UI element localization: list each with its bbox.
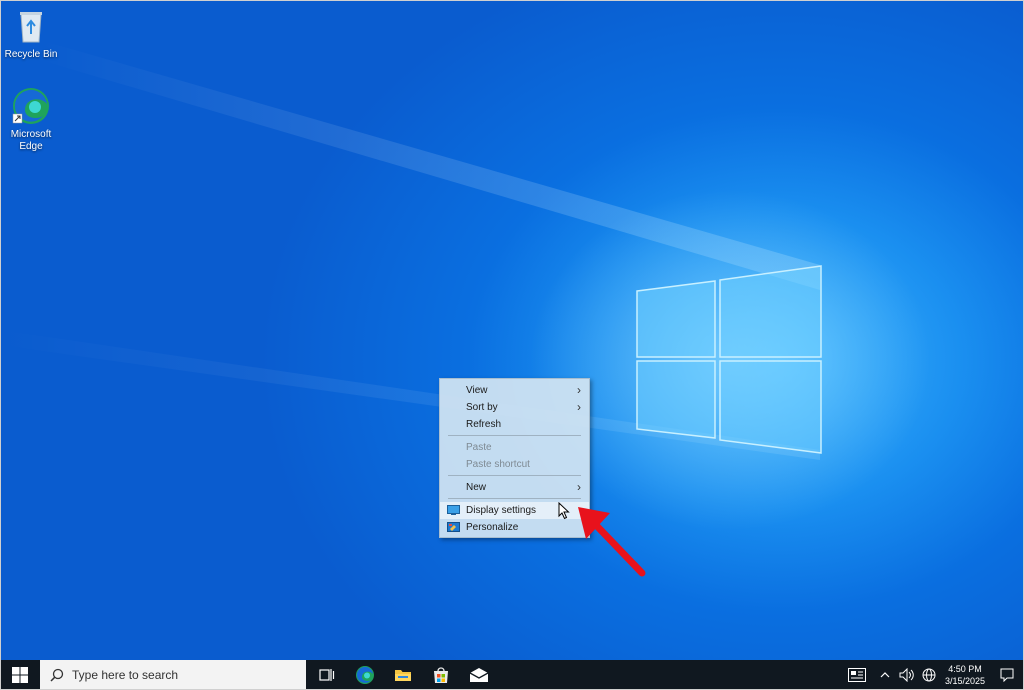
action-center-button[interactable]: [990, 660, 1024, 690]
annotation-arrow-icon: [578, 507, 646, 577]
menu-separator: [448, 435, 581, 436]
mail-icon: [469, 668, 489, 682]
desktop-icon-label: Recycle Bin: [4, 49, 58, 60]
system-tray: 4:50 PM 3/15/2025: [846, 660, 1024, 690]
store-icon: [434, 667, 448, 683]
recycle-bin-icon: [11, 6, 51, 46]
edge-icon: [356, 666, 374, 684]
taskbar-search-box[interactable]: Type here to search: [40, 660, 306, 690]
taskbar-edge[interactable]: [346, 660, 384, 690]
tray-show-hidden[interactable]: [874, 660, 896, 690]
clock-date: 3/15/2025: [944, 676, 986, 686]
menu-item-refresh[interactable]: Refresh: [440, 416, 589, 433]
task-view-icon: [319, 669, 335, 681]
notification-icon: [1000, 668, 1014, 682]
clock-time: 4:50 PM: [948, 664, 982, 674]
chevron-right-icon: ›: [577, 480, 581, 494]
taskbar-mail[interactable]: [460, 660, 498, 690]
desktop[interactable]: Recycle Bin Microsoft Edge View › Sort b…: [0, 0, 1024, 660]
menu-item-view[interactable]: View ›: [440, 382, 589, 399]
menu-item-sort-by[interactable]: Sort by ›: [440, 399, 589, 416]
wallpaper: [0, 40, 930, 530]
taskbar-task-view[interactable]: [308, 660, 346, 690]
menu-item-paste: Paste: [466, 442, 492, 453]
menu-item-new[interactable]: New ›: [440, 479, 589, 496]
globe-icon: [922, 668, 936, 682]
chevron-up-icon: [880, 672, 890, 678]
tray-volume[interactable]: [896, 660, 918, 690]
display-icon: [447, 505, 460, 515]
edge-icon: [11, 86, 51, 126]
personalize-icon: [447, 522, 460, 532]
chevron-right-icon: ›: [577, 383, 581, 397]
file-explorer-icon: [395, 670, 411, 681]
desktop-icon-edge[interactable]: Microsoft Edge: [0, 86, 62, 153]
desktop-icon-label: Microsoft Edge: [10, 129, 52, 152]
chevron-right-icon: ›: [577, 400, 581, 414]
taskbar-microsoft-store[interactable]: [422, 660, 460, 690]
tray-news-widget[interactable]: [846, 660, 868, 690]
windows-logo-icon: [12, 667, 28, 683]
search-icon: [50, 668, 64, 682]
taskbar-clock[interactable]: 4:50 PM 3/15/2025: [940, 663, 990, 687]
menu-item-paste-shortcut: Paste shortcut: [466, 459, 530, 470]
menu-separator: [448, 475, 581, 476]
start-button[interactable]: [0, 660, 40, 690]
news-icon: [848, 668, 866, 682]
search-placeholder: Type here to search: [72, 668, 179, 682]
taskbar-file-explorer[interactable]: [384, 660, 422, 690]
tray-network[interactable]: [918, 660, 940, 690]
volume-icon: [899, 668, 914, 682]
taskbar: Type here to search 4:50 PM 3/15/2025: [0, 660, 1024, 690]
desktop-icon-recycle-bin[interactable]: Recycle Bin: [0, 6, 62, 61]
